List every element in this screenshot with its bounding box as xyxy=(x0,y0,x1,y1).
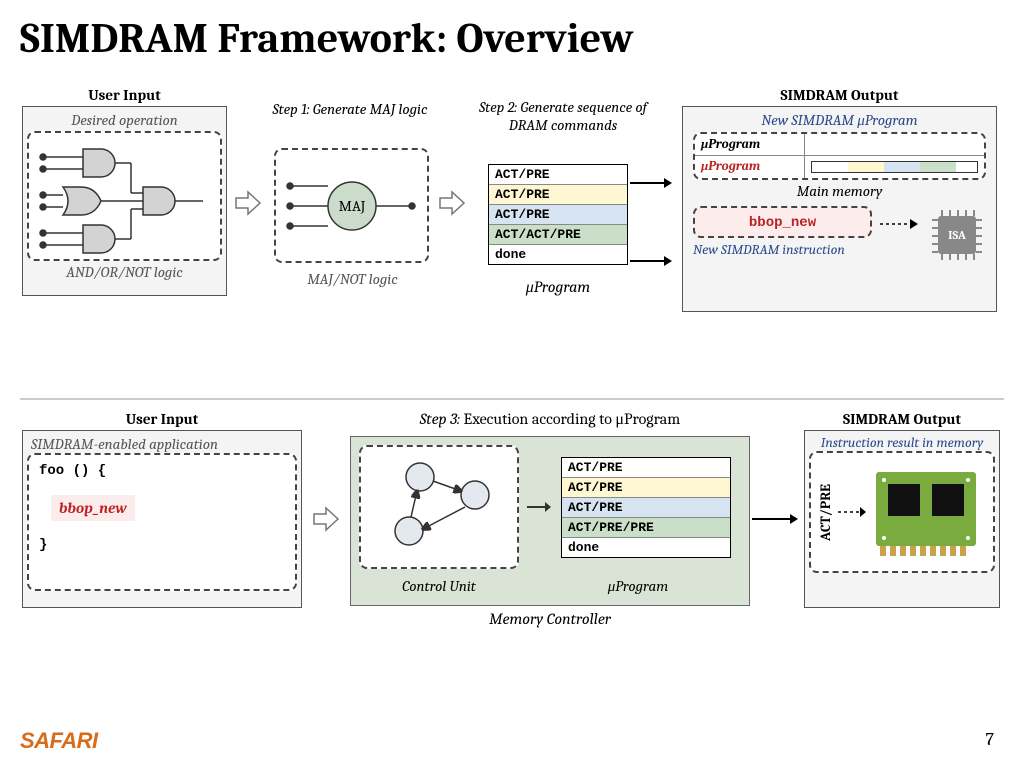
memory-controller-label: Memory Controller xyxy=(350,610,750,628)
uprogram-table: μProgram μProgram xyxy=(693,132,986,180)
cmd-row: ACT/PRE xyxy=(562,478,730,498)
arrow-icon xyxy=(438,190,466,222)
maj-not-label: MAJ/NOT logic xyxy=(270,270,435,288)
top-user-input-box: Desired operation AND/OR/NOT xyxy=(22,106,227,296)
actpre-label: ACT/PRE xyxy=(817,484,834,541)
bot-uprogram-label: μProgram xyxy=(553,577,723,596)
and-or-not-logic-icon xyxy=(33,137,223,255)
maj-text: MAJ xyxy=(339,197,366,215)
new-instruction-label: New SIMDRAM instruction xyxy=(693,242,872,258)
state-machine-icon xyxy=(365,451,515,563)
top-command-table: ACT/PRE ACT/PRE ACT/PRE ACT/ACT/PRE done xyxy=(488,164,628,265)
and-or-not-label: AND/OR/NOT logic xyxy=(27,263,222,281)
arrow-icon xyxy=(752,512,800,531)
bbop-new-text: bbop_new xyxy=(749,215,816,231)
isa-chip-icon: ISA xyxy=(928,206,986,264)
dashed-arrow-icon xyxy=(880,217,920,231)
desired-operation-label: Desired operation xyxy=(27,111,222,129)
cmd-row: ACT/PRE/PRE xyxy=(562,518,730,538)
dashed-arrow-icon xyxy=(838,505,868,519)
arrow-icon xyxy=(234,190,262,222)
code-box: foo () { bbop_new } xyxy=(27,453,297,591)
maj-gate-icon: MAJ xyxy=(280,154,425,259)
new-uprogram-label: New SIMDRAM μProgram xyxy=(687,111,992,130)
slide-number: 7 xyxy=(986,729,994,750)
svg-text:ISA: ISA xyxy=(948,228,966,242)
cmd-row: done xyxy=(489,245,627,264)
step3-label-b: Execution according to μProgram xyxy=(460,410,680,428)
control-unit-label: Control Unit xyxy=(359,577,519,596)
top-user-input-label: User Input xyxy=(22,86,227,104)
bot-command-table: ACT/PRE ACT/PRE ACT/PRE ACT/PRE/PRE done xyxy=(561,457,731,558)
instruction-result-label: Instruction result in memory xyxy=(809,435,995,451)
bbop-new-code: bbop_new xyxy=(51,495,135,521)
arrow-icon xyxy=(527,500,553,514)
foo-close: } xyxy=(39,537,285,553)
arrow-icon xyxy=(312,506,340,538)
arrow-icon xyxy=(630,254,674,273)
maj-logic-box: MAJ xyxy=(274,148,429,263)
cmd-row: ACT/PRE xyxy=(562,498,730,518)
cmd-row: done xyxy=(562,538,730,557)
step1-label: Step 1: Generate MAJ logic xyxy=(270,100,430,118)
simdram-app-label: SIMDRAM-enabled application xyxy=(27,435,297,453)
result-box: ACT/PRE xyxy=(809,451,995,573)
main-memory-label: Main memory xyxy=(687,182,992,200)
slide-title: SIMDRAM Framework: Overview xyxy=(0,0,1024,69)
step2-label: Step 2: Generate sequence of DRAM comman… xyxy=(478,98,648,134)
divider xyxy=(20,398,1004,400)
top-output-box: New SIMDRAM μProgram μProgram μProgram M… xyxy=(682,106,997,312)
step3-label-a: Step 3: xyxy=(420,410,460,428)
memory-module-icon xyxy=(872,462,982,562)
bot-user-input-box: SIMDRAM-enabled application foo () { bbo… xyxy=(22,430,302,608)
logic-diagram-box xyxy=(27,131,222,261)
cmd-row: ACT/ACT/PRE xyxy=(489,225,627,245)
bot-output-box: Instruction result in memory ACT/PRE xyxy=(804,430,1000,608)
cmd-row: ACT/PRE xyxy=(489,165,627,185)
footer-safari: SAFARI xyxy=(20,728,98,754)
uprogram-label: μProgram xyxy=(488,278,628,297)
top-output-label: SIMDRAM Output xyxy=(682,86,997,104)
cmd-row: ACT/PRE xyxy=(489,185,627,205)
arrow-icon xyxy=(630,176,674,195)
bbop-new-box: bbop_new xyxy=(693,206,872,238)
uprogram-red: μProgram xyxy=(695,156,805,178)
bot-output-label: SIMDRAM Output xyxy=(804,410,1000,428)
memory-controller-box: ACT/PRE ACT/PRE ACT/PRE ACT/PRE/PRE done… xyxy=(350,436,750,606)
cmd-row: ACT/PRE xyxy=(489,205,627,225)
uprogram-header: μProgram xyxy=(695,134,805,155)
bot-user-input-label: User Input xyxy=(22,410,302,428)
control-unit-box xyxy=(359,445,519,569)
foo-open: foo () { xyxy=(39,463,285,479)
cmd-row: ACT/PRE xyxy=(562,458,730,478)
